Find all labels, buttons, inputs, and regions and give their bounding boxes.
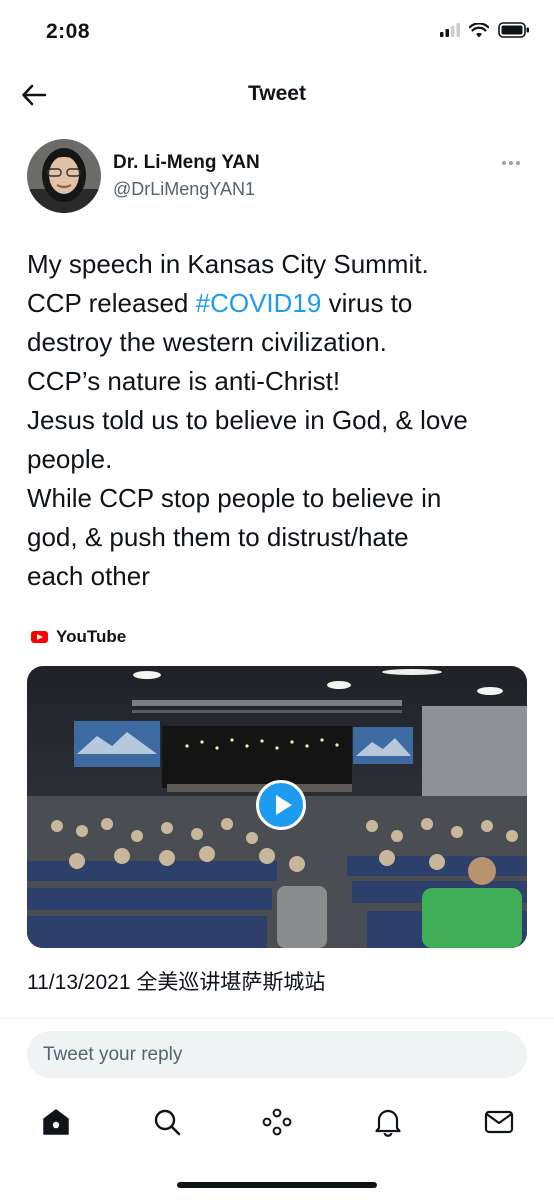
header: Tweet [0,66,554,124]
home-indicator[interactable] [177,1182,377,1188]
signal-icon [440,23,460,37]
tweet-line: people. [27,444,113,474]
messages-icon[interactable] [471,1094,527,1150]
avatar[interactable] [27,139,101,213]
more-options-icon[interactable] [499,153,523,173]
tweet-line: god, & push them to distrust/hate [27,522,409,552]
search-icon[interactable] [139,1094,195,1150]
status-icons [440,22,530,38]
display-name[interactable]: Dr. Li-Meng YAN [113,152,260,174]
spaces-icon[interactable] [249,1094,305,1150]
tweet-author: Dr. Li-Meng YAN @DrLiMengYAN1 [27,139,527,215]
divider [0,1018,554,1019]
tweet-line: My speech in Kansas City Summit. [27,249,429,279]
tweet-line: Jesus told us to believe in God, & love [27,405,468,435]
wifi-icon [469,22,489,37]
tweet-line: CCP’s nature is anti-Christ! [27,366,341,396]
avatar-image [27,139,101,213]
notifications-icon[interactable] [360,1094,416,1150]
tweet-line: CCP released #COVID19 virus to [27,288,413,318]
home-icon[interactable] [28,1094,84,1150]
reply-input[interactable] [27,1031,527,1078]
tab-bar [0,1094,554,1154]
tweet-line: each other [27,561,150,591]
tweet-text: My speech in Kansas City Summit. CCP rel… [27,245,532,596]
tweet-line: While CCP stop people to believe in [27,483,442,513]
video-thumbnail[interactable] [27,666,527,948]
status-time: 2:08 [46,20,91,43]
media-source: YouTube [31,627,126,647]
tweet-line: destroy the western civilization. [27,327,387,357]
status-bar: 2:08 [0,0,554,66]
media-source-label: YouTube [56,627,127,646]
hashtag-link[interactable]: #COVID19 [196,288,322,318]
play-icon[interactable] [256,780,306,830]
youtube-icon [31,631,48,643]
user-handle[interactable]: @DrLiMengYAN1 [113,179,255,200]
media-caption[interactable]: 11/13/2021 全美巡讲堪萨斯城站 [27,966,325,996]
page-title: Tweet [248,82,306,105]
battery-icon [498,22,529,38]
